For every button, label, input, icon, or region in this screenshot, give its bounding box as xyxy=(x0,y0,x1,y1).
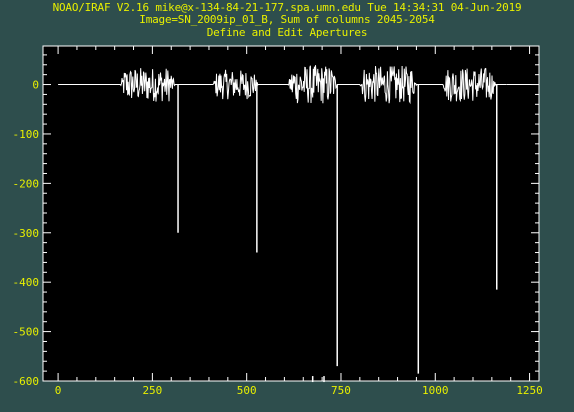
y-tick-label: -200 xyxy=(13,177,40,190)
y-tick-label: -500 xyxy=(13,326,40,339)
y-tick-label: -600 xyxy=(13,375,40,388)
x-tick-label: 250 xyxy=(142,384,162,397)
y-tick-label: -400 xyxy=(13,276,40,289)
x-tick-label: 0 xyxy=(55,384,62,397)
y-tick-label: -100 xyxy=(13,128,40,141)
y-tick-label: 0 xyxy=(32,79,39,92)
aperture-plot[interactable]: 0 250 500 750 1000 1250 -600 -500 -400 -300 -200 -1… xyxy=(0,0,574,412)
y-tick-label: -300 xyxy=(13,227,40,240)
iraf-graphics-window: NOAO/IRAF V2.16 mike@x-134-84-21-177.spa… xyxy=(0,0,574,412)
x-tick-label: 750 xyxy=(331,384,351,397)
x-tick-label: 1250 xyxy=(516,384,543,397)
x-tick-label: 1000 xyxy=(422,384,449,397)
x-tick-label: 500 xyxy=(237,384,257,397)
